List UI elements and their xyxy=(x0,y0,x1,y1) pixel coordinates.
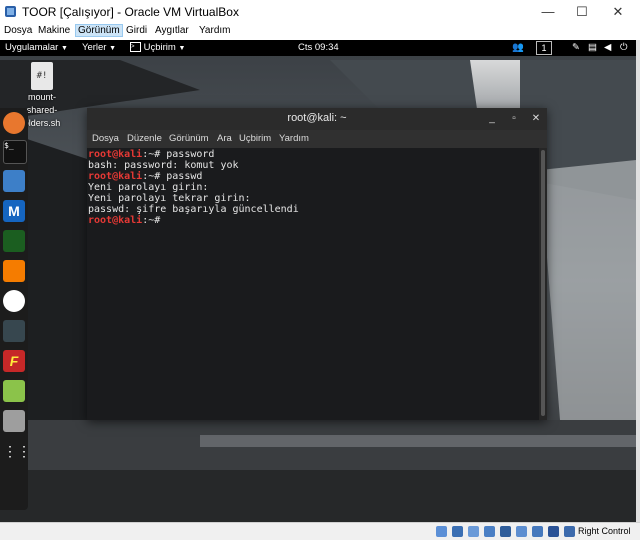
screenshot-icon[interactable] xyxy=(3,410,25,432)
terminal-title-bar[interactable]: root@kali: ~ _ ▫ ✕ xyxy=(87,108,547,130)
terminal-menu-file[interactable]: Dosya xyxy=(92,133,119,144)
faraday-icon[interactable]: F xyxy=(3,350,25,372)
terminal-close-button[interactable]: ✕ xyxy=(529,112,543,126)
terminal-app-menu[interactable]: > Uçbirim ▼ xyxy=(130,42,185,53)
beef-icon[interactable] xyxy=(3,320,25,342)
menu-view[interactable]: Görünüm xyxy=(75,24,123,37)
terminal-menu-terminal[interactable]: Uçbirim xyxy=(239,133,271,144)
terminal-line: passwd: şifre başarıyla güncellendi xyxy=(88,204,299,215)
terminal-title: root@kali: ~ xyxy=(287,112,347,124)
network-adapter-icon[interactable] xyxy=(484,526,495,537)
metasploit-icon[interactable]: M xyxy=(3,200,25,222)
clock[interactable]: Cts 09:34 xyxy=(298,42,339,53)
applications-menu[interactable]: Uygulamalar ▼ xyxy=(5,42,68,53)
script-file-icon: #! xyxy=(31,62,53,90)
terminal-menu-search[interactable]: Ara xyxy=(217,133,232,144)
terminal-line: Yeni parolayı tekrar girin: xyxy=(88,193,251,204)
burpsuite-icon[interactable] xyxy=(3,260,25,282)
host-menu-bar: Dosya Makine Görünüm Girdi Aygıtlar Yard… xyxy=(0,24,640,40)
dock: $_ M F ⋮⋮ xyxy=(0,108,31,510)
menu-devices[interactable]: Aygıtlar xyxy=(153,25,191,36)
host-status-bar: Right Control xyxy=(0,522,640,540)
terminal-line: root@kali:~# xyxy=(88,215,167,226)
host-title-bar: TOOR [Çalışıyor] - Oracle VM VirtualBox … xyxy=(0,0,640,24)
files-icon[interactable] xyxy=(3,170,25,192)
terminal-icon: > xyxy=(130,42,141,53)
maximize-button[interactable]: ☐ xyxy=(562,0,602,24)
menu-machine[interactable]: Makine xyxy=(36,25,72,36)
terminal-menu-help[interactable]: Yardım xyxy=(279,133,309,144)
maltego-icon[interactable] xyxy=(3,290,25,312)
terminal-scrollbar[interactable] xyxy=(539,148,547,420)
shared-folders-icon[interactable] xyxy=(516,526,527,537)
virtualbox-icon xyxy=(5,6,16,17)
pen-icon: ✎ xyxy=(572,42,580,53)
power-icon[interactable]: ⏻ xyxy=(620,42,628,53)
terminal-line: root@kali:~# password xyxy=(88,149,215,160)
terminal-line: bash: password: komut yok xyxy=(88,160,239,171)
audio-icon[interactable] xyxy=(468,526,479,537)
terminal-icon[interactable]: $_ xyxy=(3,140,27,164)
show-apps-icon[interactable]: ⋮⋮ xyxy=(3,440,31,462)
recording-icon[interactable] xyxy=(548,526,559,537)
workspace-indicator[interactable]: 1 xyxy=(536,41,552,55)
desktop-file-label-1: mount- xyxy=(27,92,56,102)
usb-icon[interactable] xyxy=(500,526,511,537)
host-vertical-scrollbar[interactable] xyxy=(636,40,640,522)
guest-top-panel: Uygulamalar ▼ Yerler ▼ > Uçbirim ▼ Cts 0… xyxy=(0,40,636,56)
terminal-output[interactable]: root@kali:~# password bash: password: ko… xyxy=(87,148,539,420)
terminal-line: root@kali:~# passwd xyxy=(88,171,203,182)
hard-disk-icon[interactable] xyxy=(436,526,447,537)
menu-help[interactable]: Yardım xyxy=(197,25,233,36)
terminal-menu-edit[interactable]: Düzenle xyxy=(127,133,162,144)
volume-icon: ◀ xyxy=(604,42,612,53)
close-button[interactable]: ✕ xyxy=(598,0,638,24)
terminal-maximize-button[interactable]: ▫ xyxy=(507,112,521,126)
display-icon[interactable] xyxy=(532,526,543,537)
window-title: TOOR [Çalışıyor] - Oracle VM VirtualBox xyxy=(22,5,239,19)
leafpad-icon[interactable] xyxy=(3,380,25,402)
guest-screen[interactable]: Uygulamalar ▼ Yerler ▼ > Uçbirim ▼ Cts 0… xyxy=(0,40,636,522)
firefox-icon[interactable] xyxy=(3,112,25,134)
terminal-minimize-button[interactable]: _ xyxy=(485,112,499,126)
terminal-window[interactable]: root@kali: ~ _ ▫ ✕ Dosya Düzenle Görünüm… xyxy=(87,108,547,420)
host-key-label: Right Control xyxy=(578,526,631,536)
places-menu[interactable]: Yerler ▼ xyxy=(82,42,116,53)
menu-input[interactable]: Girdi xyxy=(124,25,149,36)
people-icon: 👥 xyxy=(512,42,524,53)
menu-file[interactable]: Dosya xyxy=(2,25,34,36)
terminal-menu-bar: Dosya Düzenle Görünüm Ara Uçbirim Yardım xyxy=(87,130,547,148)
optical-drive-icon[interactable] xyxy=(452,526,463,537)
mouse-integration-icon[interactable] xyxy=(564,526,575,537)
terminal-line: Yeni parolayı girin: xyxy=(88,182,209,193)
network-icon: ▤ xyxy=(588,42,597,53)
scrollbar-thumb[interactable] xyxy=(541,150,545,416)
terminal-menu-view[interactable]: Görünüm xyxy=(169,133,209,144)
armitage-icon[interactable] xyxy=(3,230,25,252)
